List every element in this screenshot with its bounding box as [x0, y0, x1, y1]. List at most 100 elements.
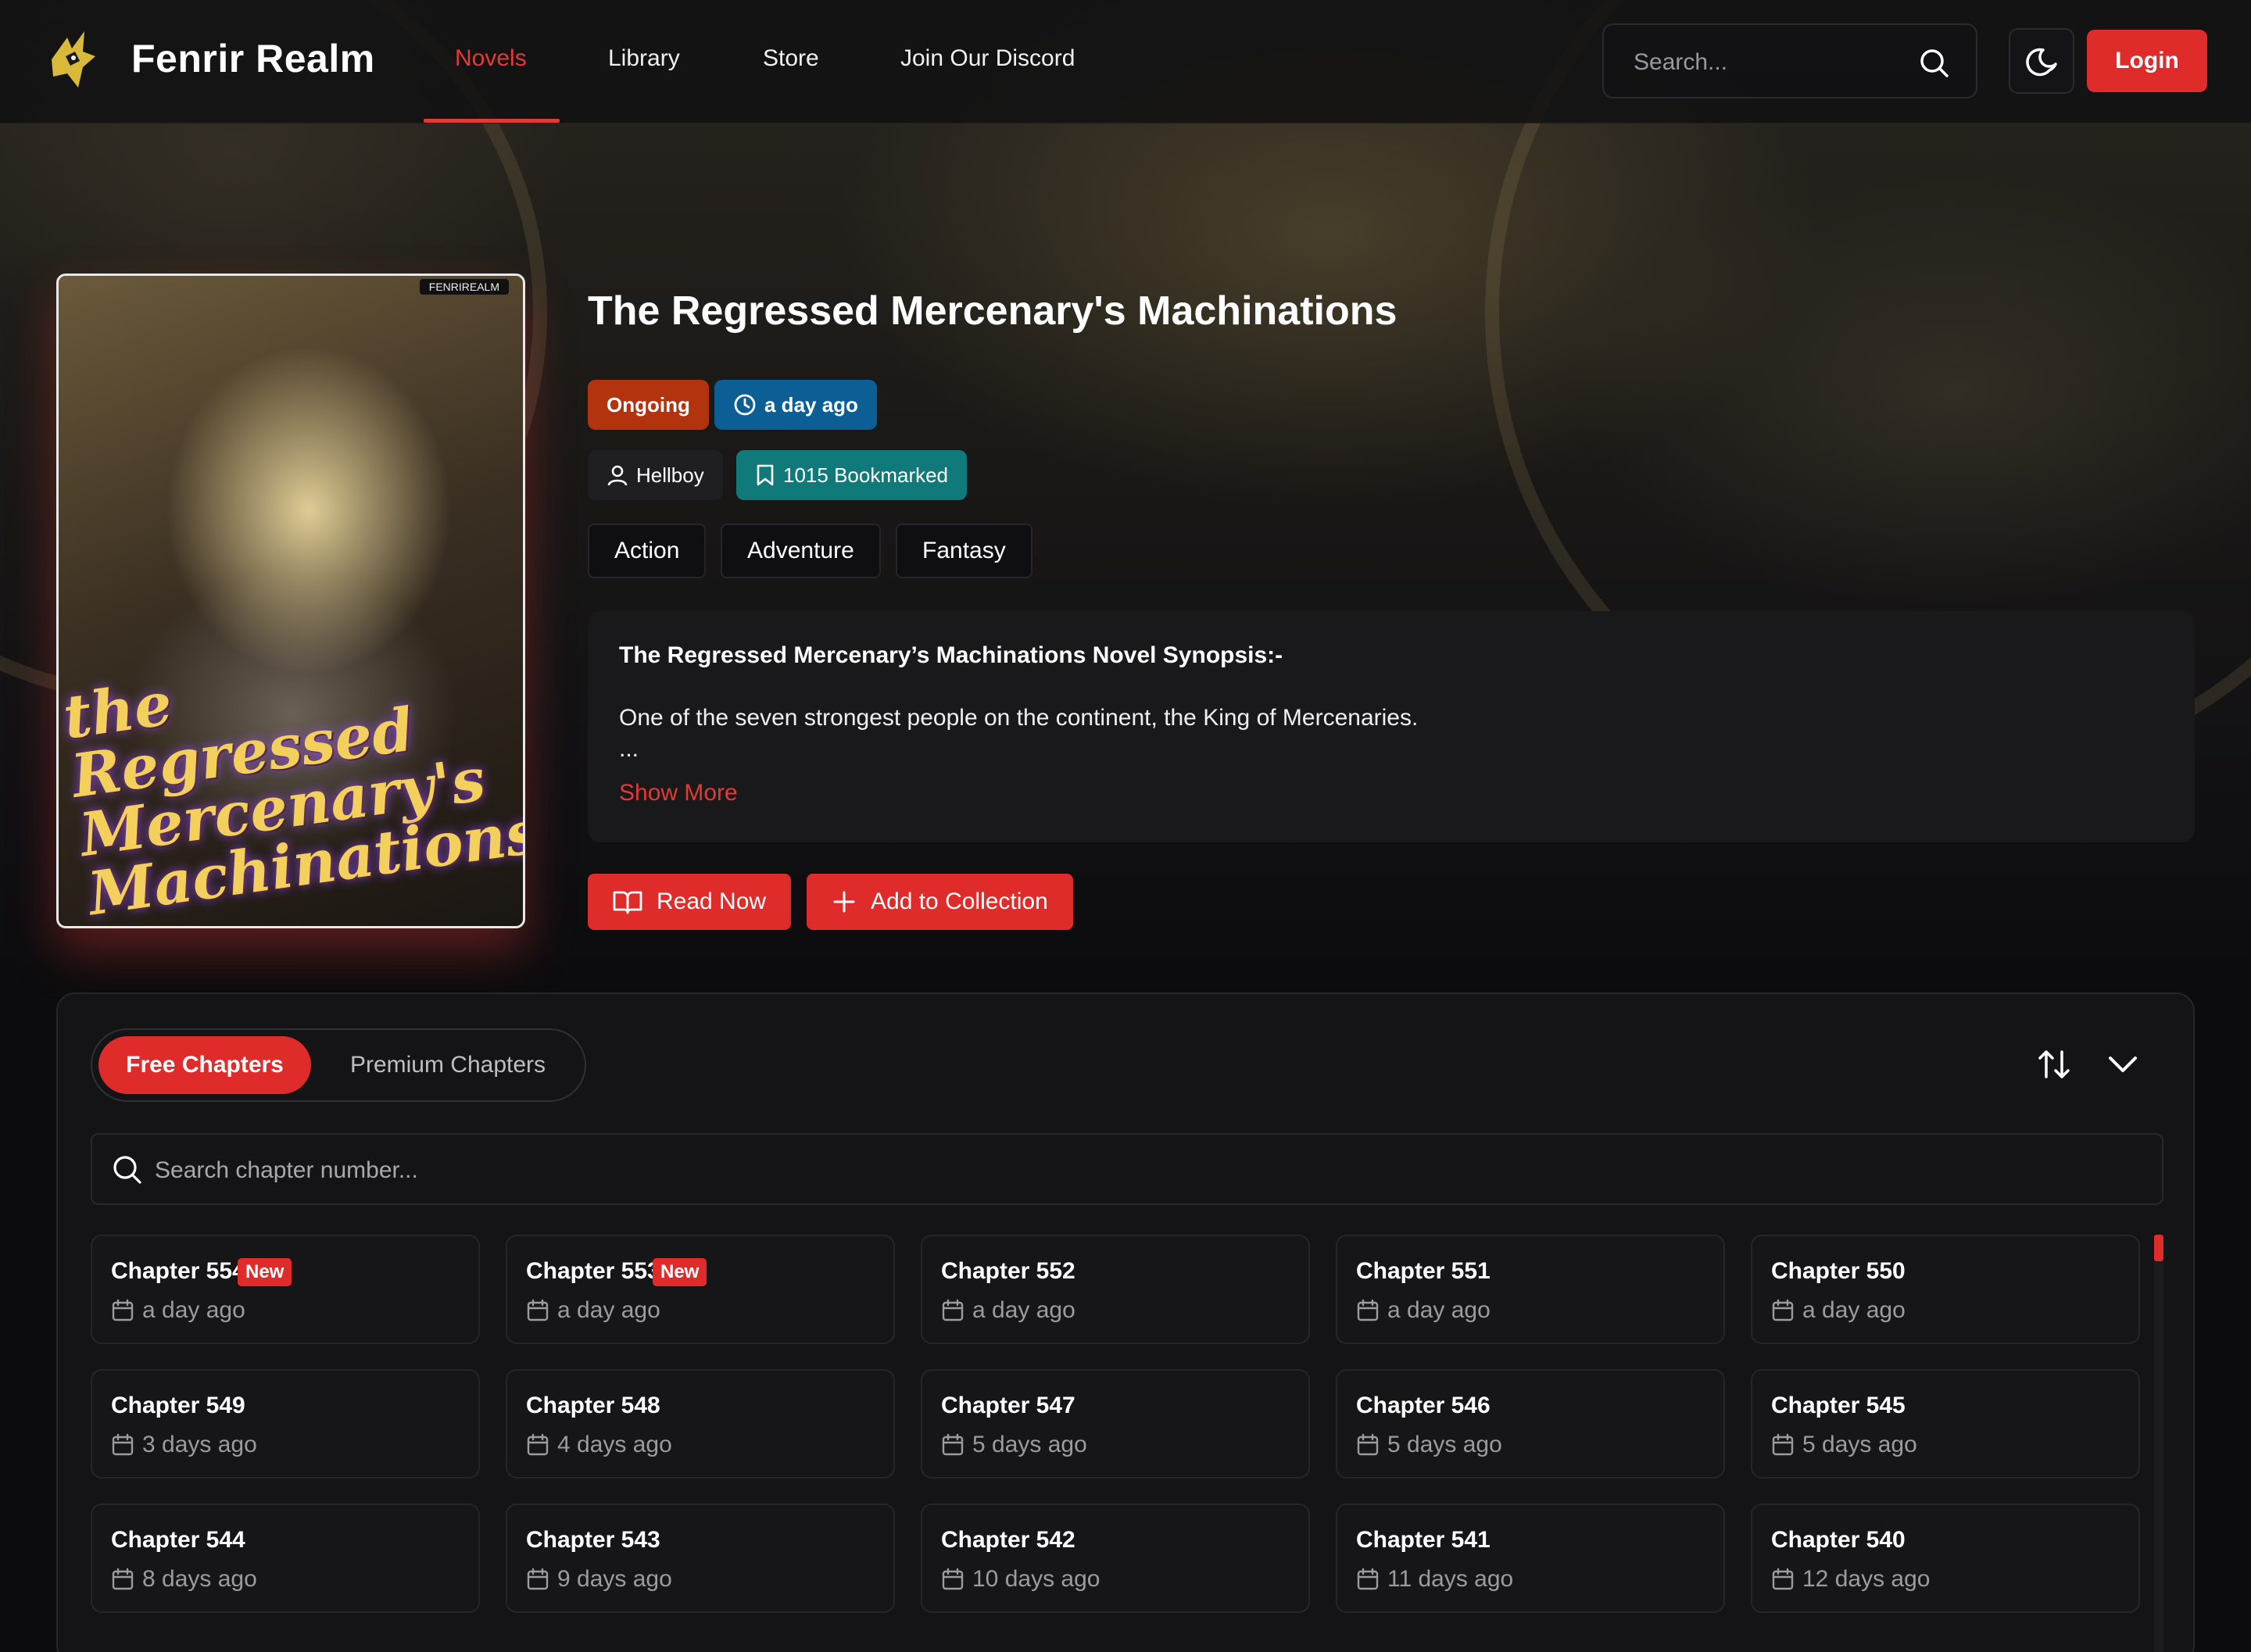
nav-discord[interactable]: Join Our Discord [900, 45, 1075, 72]
add-to-collection-label: Add to Collection [871, 889, 1048, 914]
chapter-title: Chapter 553 [526, 1258, 660, 1284]
read-now-label: Read Now [657, 889, 767, 914]
calendar-icon [1356, 1299, 1380, 1326]
chapter-date: 12 days ago [1802, 1566, 1931, 1592]
theme-toggle-button[interactable] [2009, 28, 2074, 94]
genre-tag-action[interactable]: Action [588, 524, 707, 578]
status-label: Ongoing [607, 392, 690, 417]
synopsis-text: One of the seven strongest people on the… [619, 705, 1419, 731]
chapter-search [91, 1133, 2163, 1205]
chapter-date: a day ago [1802, 1297, 1906, 1323]
cover-title-art: the Regressed Mercenary's Machinations [59, 668, 525, 928]
chapter-scrollbar-thumb[interactable] [2154, 1235, 2163, 1261]
bookmark-badge[interactable]: 1015 Bookmarked [736, 450, 968, 500]
add-to-collection-button[interactable]: Add to Collection [807, 874, 1073, 930]
chapter-date: a day ago [557, 1297, 660, 1323]
chapter-card[interactable]: Chapter 554 New a day ago [91, 1235, 480, 1344]
chapter-card[interactable]: Chapter 552 a day ago [921, 1235, 1310, 1344]
bookmark-icon [757, 464, 774, 486]
new-badge: New [238, 1258, 292, 1286]
chapter-title: Chapter 541 [1356, 1527, 1491, 1553]
updated-label: a day ago [764, 392, 858, 417]
chapter-card[interactable]: Chapter 545 5 days ago [1751, 1369, 2140, 1479]
sort-icon[interactable] [2035, 1046, 2073, 1083]
synopsis-panel: The Regressed Mercenary’s Machinations N… [588, 611, 2195, 842]
status-badge: Ongoing [588, 380, 709, 430]
chapter-title: Chapter 546 [1356, 1393, 1491, 1418]
chapter-title: Chapter 545 [1771, 1393, 1906, 1418]
chapter-card[interactable]: Chapter 551 a day ago [1336, 1235, 1725, 1344]
chapter-card[interactable]: Chapter 542 10 days ago [921, 1504, 1310, 1613]
site-search-input[interactable] [1634, 45, 1907, 80]
nav-novels[interactable]: Novels [455, 45, 527, 72]
genre-tag-fantasy[interactable]: Fantasy [896, 524, 1032, 578]
chapters-panel: Free Chapters Premium Chapters Chapter 5… [56, 992, 2195, 1652]
synopsis-heading: The Regressed Mercenary’s Machinations N… [619, 642, 1283, 668]
genre-tag-adventure[interactable]: Adventure [721, 524, 881, 578]
chapter-card[interactable]: Chapter 546 5 days ago [1336, 1369, 1725, 1479]
read-now-button[interactable]: Read Now [588, 874, 792, 930]
chapter-date: a day ago [142, 1297, 245, 1323]
chapter-date: 5 days ago [1802, 1432, 1917, 1457]
search-icon [113, 1156, 141, 1184]
calendar-icon [1356, 1433, 1380, 1461]
chapter-title: Chapter 549 [111, 1393, 245, 1418]
author-badge[interactable]: Hellboy [588, 450, 723, 500]
calendar-icon [526, 1299, 549, 1326]
chapter-date: 5 days ago [972, 1432, 1087, 1457]
chapter-date: 5 days ago [1387, 1432, 1502, 1457]
chapter-card[interactable]: Chapter 541 11 days ago [1336, 1504, 1725, 1613]
active-nav-indicator [424, 119, 560, 123]
chevron-down-icon[interactable] [2104, 1046, 2142, 1083]
tab-premium-chapters[interactable]: Premium Chapters [319, 1036, 577, 1094]
chapter-title: Chapter 552 [941, 1258, 1075, 1284]
chapter-title: Chapter 542 [941, 1527, 1075, 1553]
nav-store[interactable]: Store [763, 45, 819, 72]
top-navbar: Fenrir Realm Novels Library Store Join O… [0, 0, 2251, 123]
book-open-icon [613, 891, 642, 914]
chapter-card[interactable]: Chapter 540 12 days ago [1751, 1504, 2140, 1613]
new-badge: New [653, 1258, 707, 1286]
site-search [1602, 23, 1977, 98]
chapter-tabs: Free Chapters Premium Chapters [91, 1028, 586, 1102]
calendar-icon [1356, 1568, 1380, 1595]
calendar-icon [941, 1299, 964, 1326]
chapter-card[interactable]: Chapter 543 9 days ago [506, 1504, 895, 1613]
author-name: Hellboy [636, 463, 704, 487]
chapter-search-input[interactable] [155, 1153, 2031, 1188]
tab-free-chapters[interactable]: Free Chapters [98, 1036, 311, 1094]
chapter-card[interactable]: Chapter 550 a day ago [1751, 1235, 2140, 1344]
chapter-card[interactable]: Chapter 548 4 days ago [506, 1369, 895, 1479]
calendar-icon [941, 1433, 964, 1461]
clock-icon [734, 394, 756, 416]
chapter-date: 3 days ago [142, 1432, 257, 1457]
calendar-icon [111, 1433, 134, 1461]
synopsis-ellipsis: ... [619, 736, 639, 762]
novel-cover-image: FENRIREALM the Regressed Mercenary's Mac… [56, 274, 525, 928]
calendar-icon [526, 1568, 549, 1595]
calendar-icon [1771, 1568, 1795, 1595]
chapter-title: Chapter 551 [1356, 1258, 1491, 1284]
search-icon[interactable] [1918, 47, 1949, 78]
novel-title: The Regressed Mercenary's Machinations [588, 288, 1397, 334]
chapter-date: 10 days ago [972, 1566, 1100, 1592]
calendar-icon [1771, 1433, 1795, 1461]
chapter-date: 9 days ago [557, 1566, 672, 1592]
show-more-link[interactable]: Show More [619, 780, 738, 806]
chapter-scrollbar[interactable] [2154, 1235, 2163, 1652]
chapter-card[interactable]: Chapter 547 5 days ago [921, 1369, 1310, 1479]
cover-watermark: FENRIREALM [419, 279, 509, 295]
login-button[interactable]: Login [2087, 30, 2207, 92]
chapter-title: Chapter 543 [526, 1527, 660, 1553]
chapter-card[interactable]: Chapter 553 New a day ago [506, 1235, 895, 1344]
calendar-icon [1771, 1299, 1795, 1326]
wolf-logo-icon[interactable] [44, 28, 100, 94]
brand-name[interactable]: Fenrir Realm [131, 36, 375, 81]
chapter-date: 4 days ago [557, 1432, 672, 1457]
calendar-icon [941, 1568, 964, 1595]
user-icon [607, 465, 628, 486]
calendar-icon [111, 1299, 134, 1326]
chapter-card[interactable]: Chapter 549 3 days ago [91, 1369, 480, 1479]
nav-library[interactable]: Library [608, 45, 680, 72]
chapter-card[interactable]: Chapter 544 8 days ago [91, 1504, 480, 1613]
